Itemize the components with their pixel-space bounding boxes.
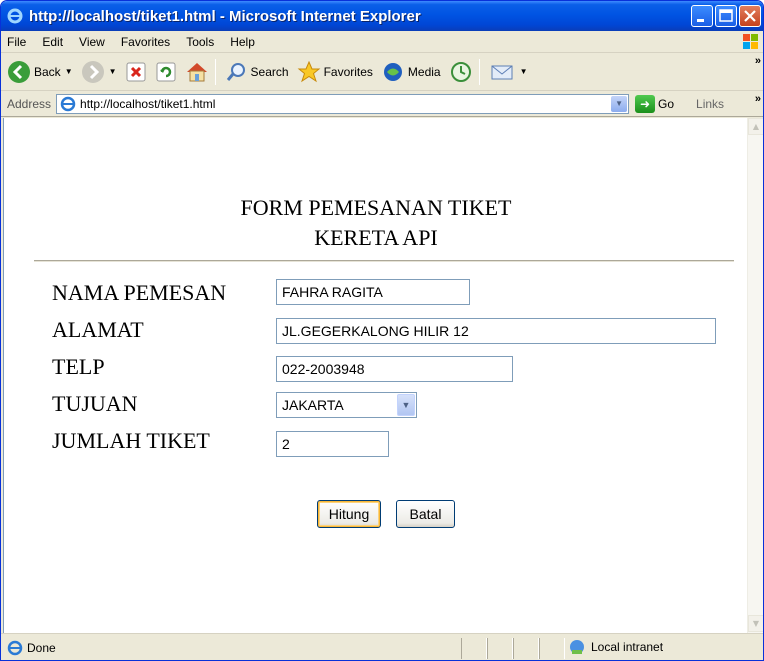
ie-icon	[7, 8, 23, 24]
form-title-line2: KERETA API	[314, 225, 438, 250]
status-panel	[539, 638, 565, 659]
form-title-line1: FORM PEMESANAN TIKET	[240, 195, 512, 220]
favorites-label: Favorites	[323, 64, 373, 79]
search-label: Search	[250, 64, 289, 79]
search-icon	[226, 62, 245, 81]
close-button[interactable]	[739, 5, 761, 27]
alamat-label: ALAMAT	[52, 317, 144, 342]
windows-logo-icon	[737, 31, 763, 53]
media-icon	[383, 62, 402, 81]
batal-button[interactable]: Batal	[396, 500, 455, 528]
favorites-button[interactable]: Favorites	[295, 55, 375, 89]
minimize-button[interactable]	[691, 5, 713, 27]
maximize-button[interactable]	[715, 5, 737, 27]
toolbar-separator	[214, 58, 216, 85]
telp-label: TELP	[52, 354, 105, 379]
tujuan-select[interactable]: JAKARTA ▼	[276, 392, 417, 418]
tujuan-selected-value: JAKARTA	[282, 397, 344, 413]
status-panel	[487, 638, 513, 659]
stop-button[interactable]	[123, 55, 149, 89]
forward-icon	[81, 60, 104, 83]
go-label: Go	[658, 96, 675, 111]
status-text: Done	[27, 641, 56, 655]
status-panel	[461, 638, 487, 659]
media-label: Media	[407, 64, 441, 79]
toolbar-separator	[478, 58, 480, 85]
title-bar[interactable]: http://localhost/tiket1.html - Microsoft…	[1, 1, 763, 31]
telp-input[interactable]: 022-2003948	[276, 356, 513, 382]
refresh-icon	[156, 62, 176, 81]
back-icon	[8, 60, 30, 83]
links-overflow-icon[interactable]: »	[755, 93, 761, 105]
home-button[interactable]	[183, 55, 211, 89]
stop-icon	[126, 62, 146, 81]
page-content: FORM PEMESANAN TIKET KERETA API NAMA PEM…	[3, 118, 747, 633]
vertical-scrollbar[interactable]: ▲ ▼	[747, 118, 763, 633]
address-label: Address	[7, 96, 52, 111]
favorites-icon	[297, 60, 320, 82]
status-panel	[513, 638, 539, 659]
back-button[interactable]: Back ▼	[5, 55, 75, 89]
mail-button[interactable]: ▼	[488, 55, 530, 89]
refresh-button[interactable]	[153, 55, 179, 89]
nama-label: NAMA PEMESAN	[52, 280, 227, 305]
tujuan-label: TUJUAN	[52, 391, 138, 416]
page-icon	[60, 96, 76, 111]
status-bar: Done Local intranet	[1, 633, 763, 660]
menu-favorites[interactable]: Favorites	[113, 35, 178, 49]
address-field[interactable]: http://localhost/tiket1.html ▼	[56, 93, 630, 114]
browser-window: http://localhost/tiket1.html - Microsoft…	[0, 0, 764, 661]
close-icon	[744, 10, 756, 22]
hitung-button[interactable]: Hitung	[317, 500, 381, 528]
zone-label: Local intranet	[591, 640, 664, 654]
search-button[interactable]: Search	[224, 55, 291, 89]
jumlah-label: JUMLAH TIKET	[52, 428, 210, 453]
back-dropdown-icon[interactable]: ▼	[65, 67, 73, 76]
alamat-input[interactable]: JL.GEGERKALONG HILIR 12	[276, 318, 716, 344]
mail-icon	[491, 65, 513, 79]
address-dropdown-icon[interactable]: ▼	[611, 95, 628, 112]
maximize-icon	[719, 9, 733, 22]
scroll-up-icon[interactable]: ▲	[748, 118, 763, 135]
security-zone[interactable]: Local intranet	[567, 638, 663, 656]
go-button[interactable]: ➜ Go	[635, 94, 675, 113]
menu-help[interactable]: Help	[222, 35, 263, 49]
mail-dropdown-icon[interactable]: ▼	[520, 67, 528, 76]
address-bar: Address http://localhost/tiket1.html ▼ ➜…	[1, 91, 763, 117]
menu-view[interactable]: View	[71, 35, 113, 49]
menu-file[interactable]: File	[1, 35, 34, 49]
back-label: Back	[34, 64, 61, 79]
forward-button[interactable]: ▼	[79, 55, 119, 89]
divider	[34, 260, 734, 262]
go-icon: ➜	[635, 94, 656, 113]
jumlah-input[interactable]: 2	[276, 431, 389, 457]
history-icon	[450, 61, 471, 82]
home-icon	[186, 62, 207, 81]
links-label[interactable]: Links	[696, 97, 724, 111]
menu-edit[interactable]: Edit	[34, 35, 71, 49]
intranet-icon	[570, 640, 584, 654]
window-title: http://localhost/tiket1.html - Microsoft…	[29, 7, 421, 25]
chevron-down-icon[interactable]: ▼	[397, 394, 415, 416]
ie-status-icon	[7, 640, 23, 656]
forward-dropdown-icon[interactable]: ▼	[109, 67, 117, 76]
scroll-down-icon[interactable]: ▼	[748, 615, 763, 632]
toolbar-overflow-icon[interactable]: »	[755, 55, 761, 67]
address-url[interactable]: http://localhost/tiket1.html	[80, 97, 215, 111]
history-button[interactable]	[447, 55, 475, 89]
menu-tools[interactable]: Tools	[178, 35, 222, 49]
minimize-icon	[697, 19, 704, 22]
nama-input[interactable]: FAHRA RAGITA	[276, 279, 470, 305]
menu-bar: File Edit View Favorites Tools Help	[1, 31, 763, 53]
media-button[interactable]: Media	[379, 55, 443, 89]
standard-toolbar: Back ▼ ▼ Search Favorites Media ▼ »	[1, 53, 763, 91]
